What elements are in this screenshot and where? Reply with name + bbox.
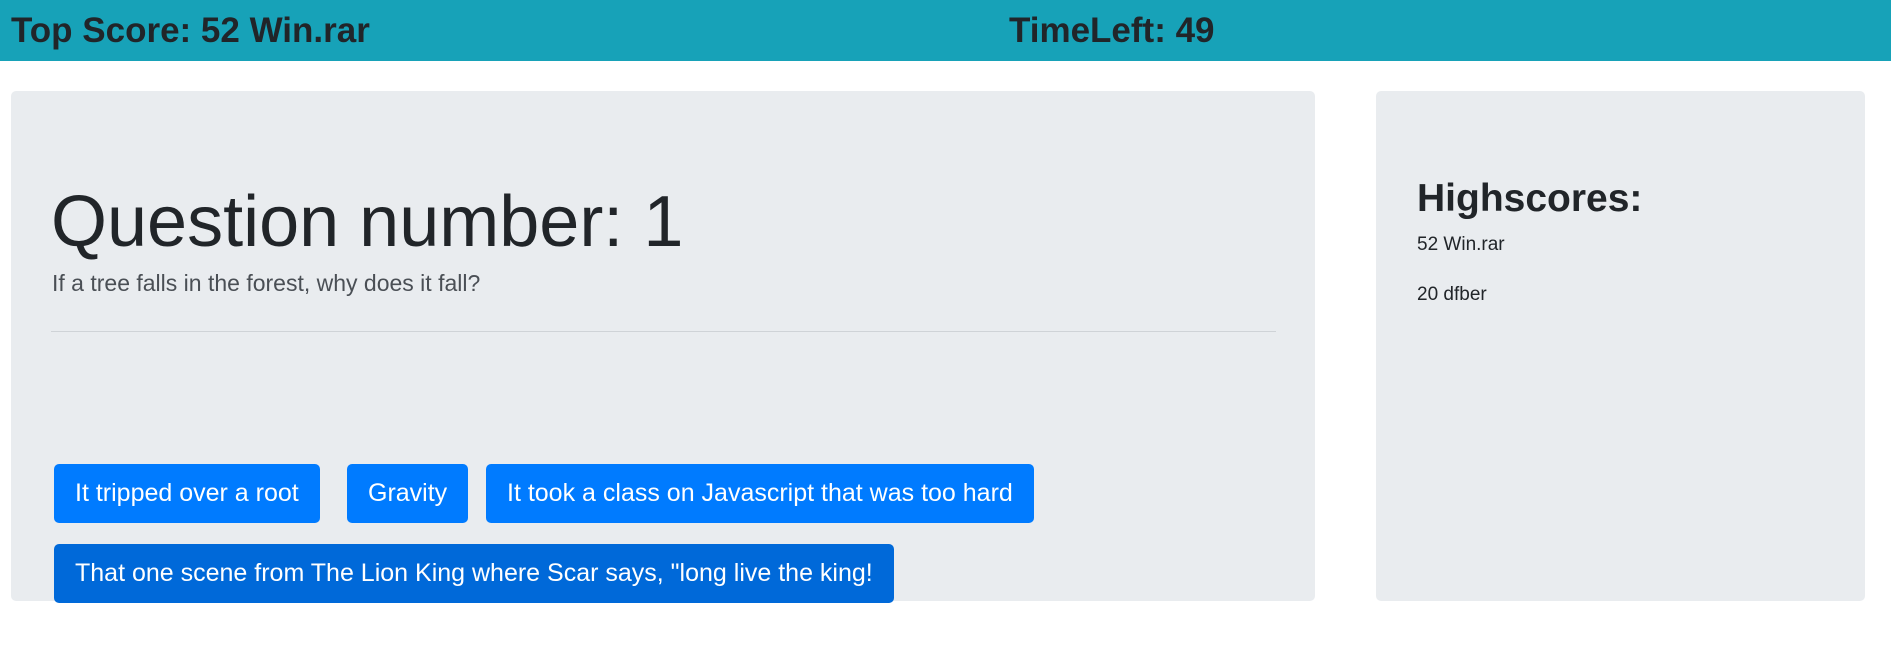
highscore-entry: 20 dfber	[1417, 284, 1487, 305]
top-bar: Top Score: 52 Win.rar TimeLeft: 49	[0, 0, 1891, 61]
question-text: If a tree falls in the forest, why does …	[52, 270, 481, 296]
time-left-label: TimeLeft: 49	[1009, 11, 1215, 50]
highscores-title: Highscores:	[1417, 177, 1643, 220]
highscores-panel: Highscores: 52 Win.rar 20 dfber	[1376, 91, 1865, 601]
highscore-entry: 52 Win.rar	[1417, 234, 1505, 255]
question-panel: Question number: 1 If a tree falls in th…	[11, 91, 1315, 603]
question-title: Question number: 1	[51, 182, 684, 262]
answer-button-1[interactable]: It tripped over a root	[54, 464, 320, 523]
top-score-label: Top Score: 52 Win.rar	[11, 11, 370, 50]
answer-button-2[interactable]: Gravity	[347, 464, 469, 523]
answer-button-4[interactable]: That one scene from The Lion King where …	[54, 544, 894, 603]
divider	[51, 331, 1276, 332]
answer-button-3[interactable]: It took a class on Javascript that was t…	[486, 464, 1034, 523]
